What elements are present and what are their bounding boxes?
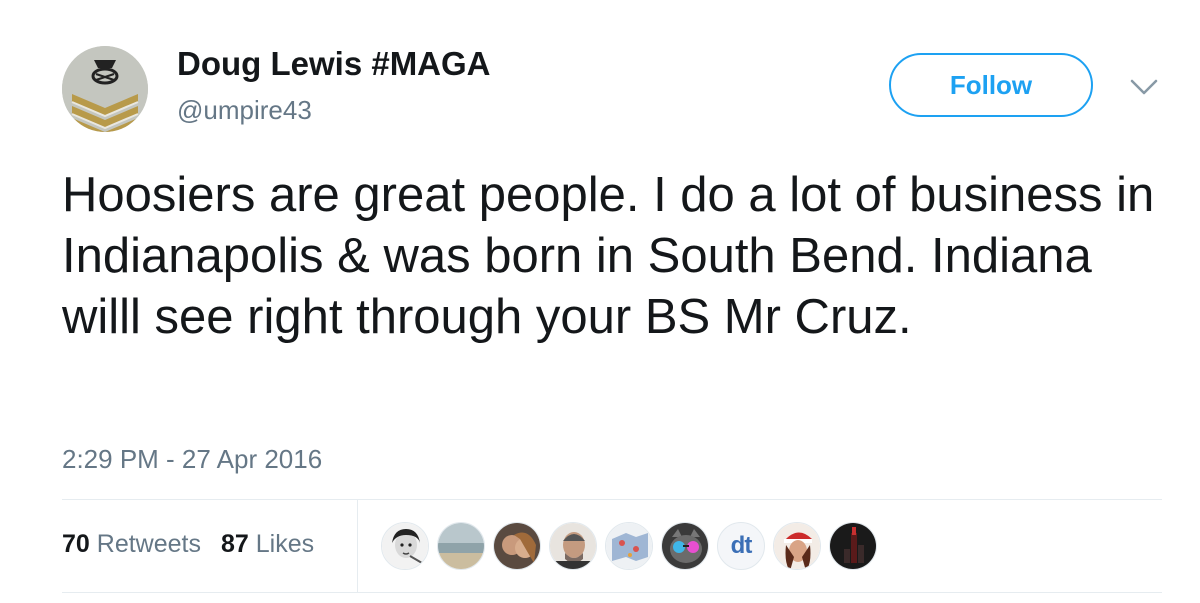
liker-avatar[interactable]: dt (717, 522, 765, 570)
liker-avatar[interactable] (437, 522, 485, 570)
liker-avatar[interactable] (605, 522, 653, 570)
liker-avatar[interactable] (493, 522, 541, 570)
couple-photo-avatar (494, 523, 540, 569)
cat-sunglasses-avatar (662, 523, 708, 569)
chevron-down-icon[interactable] (1128, 76, 1160, 98)
author-avatar[interactable] (62, 46, 148, 132)
likes-stat[interactable]: 87 Likes (221, 530, 314, 559)
liker-avatar[interactable] (773, 522, 821, 570)
tweet-timestamp[interactable]: 2:29 PM - 27 Apr 2016 (62, 444, 322, 475)
liker-avatar[interactable] (549, 522, 597, 570)
follow-button[interactable]: Follow (889, 53, 1093, 117)
divider-top (62, 499, 1162, 500)
author-display-name[interactable]: Doug Lewis #MAGA (177, 45, 491, 83)
retweets-count: 70 (62, 530, 90, 558)
city-night-avatar (830, 523, 876, 569)
dt-logo-avatar: dt (730, 532, 753, 559)
map-graphic-avatar (606, 523, 652, 569)
woman-portrait-avatar (382, 523, 428, 569)
tweet-text: Hoosiers are great people. I do a lot of… (62, 168, 1155, 344)
liker-avatar[interactable] (381, 522, 429, 570)
man-portrait-avatar (550, 523, 596, 569)
likes-count: 87 (220, 530, 249, 558)
divider-bottom (62, 592, 1162, 593)
liker-avatar[interactable] (661, 522, 709, 570)
retweets-label: Retweets (96, 530, 201, 558)
liker-avatar[interactable] (829, 522, 877, 570)
retweets-stat[interactable]: 70 Retweets (62, 530, 201, 559)
beach-avatar (438, 523, 484, 569)
likes-label: Likes (255, 530, 315, 558)
stats-separator (357, 500, 358, 592)
chevron-rank-insignia-icon (62, 46, 148, 132)
author-handle[interactable]: @umpire43 (177, 95, 312, 126)
santa-hat-woman-avatar (774, 523, 820, 569)
tweet-stats: 70 Retweets 87 Likes (62, 530, 314, 559)
